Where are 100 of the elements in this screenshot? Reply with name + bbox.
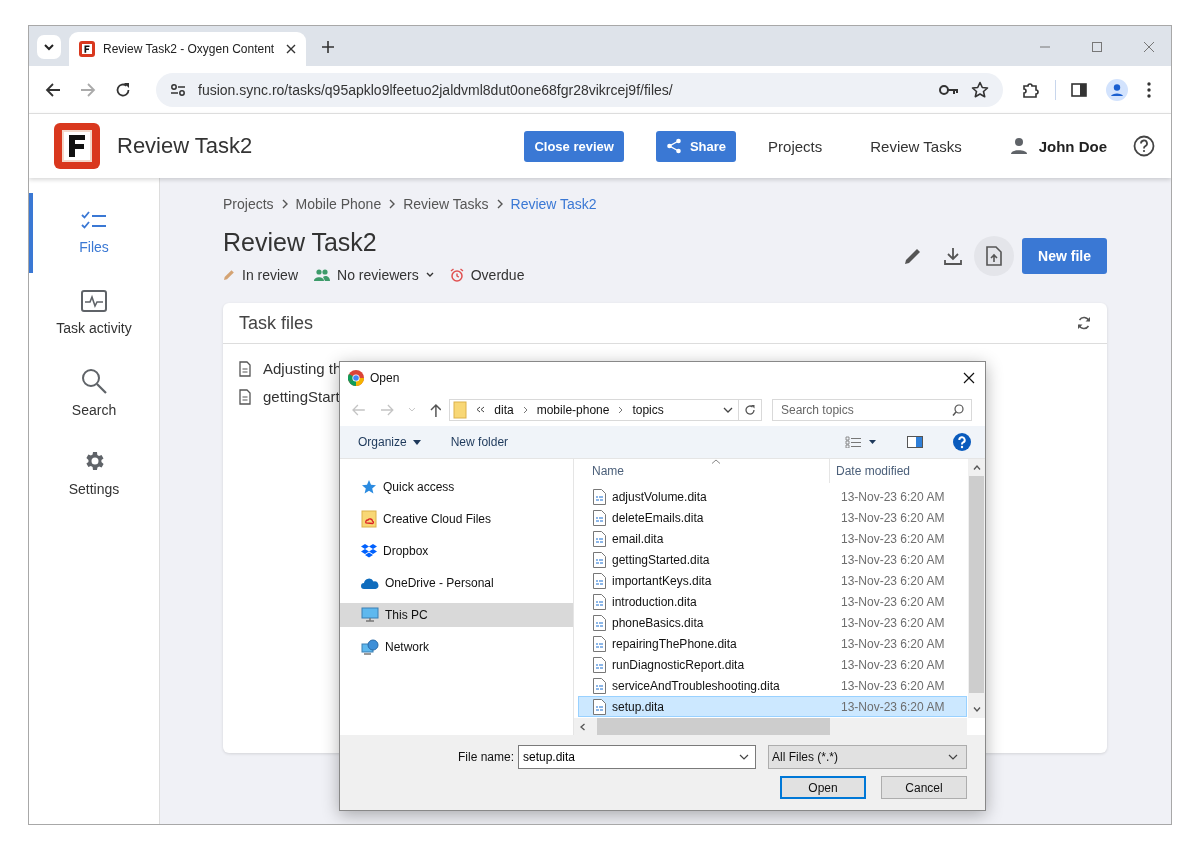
file-date: 13-Nov-23 6:20 AM: [840, 678, 945, 693]
reload-icon[interactable]: [115, 81, 131, 98]
user-name[interactable]: John Doe: [1038, 137, 1107, 155]
file-name: phoneBasics.dita: [612, 615, 704, 630]
download-icon[interactable]: [944, 246, 963, 265]
file-row[interactable]: phoneBasics.dita 13-Nov-23 6:20 AM: [578, 612, 967, 633]
path-field[interactable]: dita mobile-phone topics: [449, 398, 762, 421]
close-review-button[interactable]: Close review: [524, 130, 624, 162]
back-arrow-icon[interactable]: [45, 81, 61, 98]
file-date: 13-Nov-23 6:20 AM: [840, 552, 945, 567]
sidebar-label: Files: [79, 239, 109, 255]
tab-search-button[interactable]: [37, 35, 61, 59]
user-icon[interactable]: [1009, 137, 1028, 155]
sidebar-item[interactable]: Search: [29, 353, 155, 433]
cancel-button[interactable]: Cancel: [881, 776, 967, 799]
scroll-down-icon[interactable]: [972, 707, 981, 712]
vertical-scrollbar[interactable]: [968, 459, 985, 718]
search-field[interactable]: Search topics: [772, 398, 972, 421]
navigation-item[interactable]: Quick access: [340, 475, 573, 499]
navigation-label: This PC: [385, 608, 428, 622]
people-icon: [314, 269, 331, 281]
file-row[interactable]: runDiagnosticReport.dita 13-Nov-23 6:20 AM: [578, 654, 967, 675]
folder-icon: [453, 400, 468, 419]
maximize-icon[interactable]: [1091, 41, 1103, 53]
chevron-down-icon[interactable]: [739, 754, 749, 760]
open-button[interactable]: Open: [780, 776, 866, 799]
menu-icon[interactable]: [1147, 81, 1151, 98]
chrome-logo-icon: [348, 369, 364, 386]
navigation-item[interactable]: Network: [340, 635, 573, 659]
nav-link[interactable]: Review Tasks: [870, 137, 962, 155]
status-item[interactable]: No reviewers: [314, 267, 434, 283]
up-arrow-icon[interactable]: [429, 402, 442, 417]
view-options-icon[interactable]: [845, 436, 877, 448]
help-icon[interactable]: [953, 433, 971, 451]
file-row[interactable]: repairingThePhone.dita 13-Nov-23 6:20 AM: [578, 633, 967, 654]
sidebar-item[interactable]: Task activity: [29, 273, 155, 353]
file-type-dropdown[interactable]: All Files (*.*): [768, 745, 967, 769]
breadcrumb-link[interactable]: Projects: [223, 196, 274, 212]
breadcrumb-link[interactable]: Review Task2: [510, 196, 597, 212]
navigation-label: Dropbox: [383, 544, 429, 558]
organize-menu[interactable]: Organize: [358, 435, 421, 449]
document-icon: [593, 677, 606, 694]
navigation-item[interactable]: Dropbox: [340, 539, 573, 563]
share-button[interactable]: Share: [655, 130, 737, 162]
sidebar-item[interactable]: Files: [29, 193, 155, 273]
navigation-item[interactable]: Creative Cloud Files: [340, 507, 573, 531]
alarm-clock-icon: [449, 268, 464, 282]
close-icon[interactable]: [963, 371, 975, 384]
profile-icon[interactable]: [1106, 78, 1128, 101]
pencil-icon: [223, 269, 235, 281]
file-name: gettingStarted.dita: [612, 552, 710, 567]
nav-link[interactable]: Projects: [768, 137, 823, 155]
puzzle-icon[interactable]: [1022, 80, 1040, 99]
file-name: runDiagnosticReport.dita: [612, 657, 745, 672]
file-row[interactable]: serviceAndTroubleshooting.dita 13-Nov-23 6:20 AM: [578, 675, 967, 696]
pencil-icon[interactable]: [904, 246, 923, 265]
help-icon[interactable]: [1133, 135, 1155, 157]
file-name[interactable]: gettingStart: [263, 388, 340, 405]
app-logo-icon: [79, 41, 95, 57]
new-tab-icon[interactable]: [322, 41, 334, 53]
path-segment[interactable]: mobile-phone: [536, 402, 610, 417]
computer-icon: [361, 607, 379, 623]
file-row[interactable]: email.dita 13-Nov-23 6:20 AM: [578, 528, 967, 549]
file-row[interactable]: setup.dita 13-Nov-23 6:20 AM: [578, 696, 967, 717]
file-name: setup.dita: [612, 699, 665, 714]
file-row[interactable]: gettingStarted.dita 13-Nov-23 6:20 AM: [578, 549, 967, 570]
file-row[interactable]: adjustVolume.dita 13-Nov-23 6:20 AM: [578, 486, 967, 507]
new-folder-button[interactable]: New folder: [450, 435, 509, 449]
refresh-icon[interactable]: [1077, 316, 1091, 330]
file-name: repairingThePhone.dita: [612, 636, 737, 651]
horizontal-scrollbar[interactable]: [574, 718, 967, 735]
path-segment[interactable]: topics: [632, 402, 664, 417]
new-file-button[interactable]: New file: [1022, 237, 1107, 274]
navigation-item[interactable]: This PC: [340, 603, 573, 627]
preview-pane-icon[interactable]: [907, 436, 923, 448]
navigation-item[interactable]: OneDrive - Personal: [340, 571, 573, 595]
path-segment[interactable]: dita: [494, 402, 514, 417]
chevron-down-icon[interactable]: [723, 406, 733, 413]
close-icon[interactable]: [286, 44, 296, 54]
scroll-left-icon[interactable]: [580, 722, 585, 731]
file-name-field[interactable]: setup.dita: [518, 745, 756, 769]
column-header[interactable]: Date modified: [830, 464, 911, 478]
file-row[interactable]: importantKeys.dita 13-Nov-23 6:20 AM: [578, 570, 967, 591]
file-name: importantKeys.dita: [612, 573, 712, 588]
star-icon[interactable]: [971, 80, 989, 99]
scroll-up-icon[interactable]: [972, 465, 981, 470]
key-icon[interactable]: [939, 83, 959, 96]
file-row[interactable]: introduction.dita 13-Nov-23 6:20 AM: [578, 591, 967, 612]
breadcrumb-link[interactable]: Review Tasks: [403, 196, 489, 212]
file-row[interactable]: deleteEmails.dita 13-Nov-23 6:20 AM: [578, 507, 967, 528]
sidebar-item[interactable]: Settings: [29, 433, 155, 513]
activity-icon: [81, 290, 107, 312]
address-bar[interactable]: fusion.sync.ro/tasks/q95apklo9lfeetuo2jaldvml8dut0one68fgr28vikrcej9f/files/: [156, 72, 1003, 107]
side-panel-icon[interactable]: [1071, 81, 1087, 98]
breadcrumb-link[interactable]: Mobile Phone: [295, 196, 382, 212]
site-settings-icon[interactable]: [170, 82, 186, 97]
browser-tab[interactable]: Review Task2 - Oxygen Content: [69, 32, 306, 66]
checklist-icon: [81, 211, 107, 231]
search-icon: [81, 368, 107, 394]
column-header[interactable]: Name: [574, 459, 830, 483]
